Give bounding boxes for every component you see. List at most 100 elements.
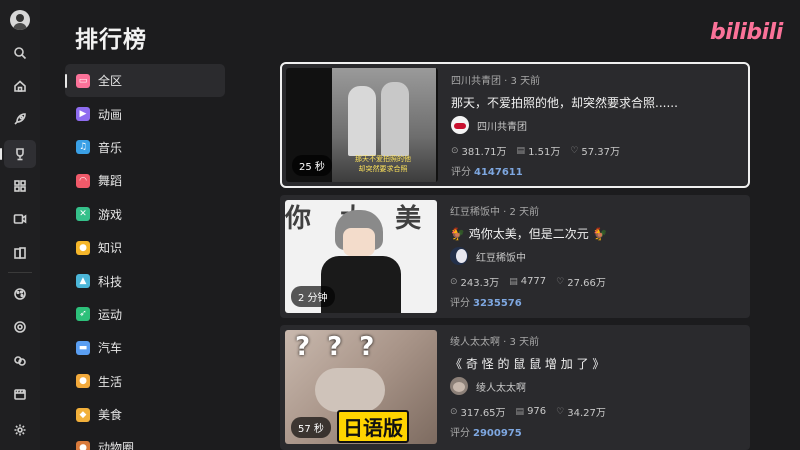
- rocket-icon[interactable]: [10, 109, 30, 129]
- rail-divider: [8, 272, 32, 273]
- search-icon[interactable]: [10, 43, 30, 63]
- video-title: 《 奇 怪 的 鼠 鼠 增 加 了 》: [450, 357, 605, 371]
- like-icon: ♡: [556, 406, 565, 417]
- thumbnail-caption: 日语版: [337, 410, 409, 443]
- left-nav-rail: [0, 0, 40, 450]
- duck-icon: ●: [76, 374, 90, 389]
- lightbulb-icon: ●: [76, 240, 90, 255]
- category-list: ▭ 全区 ▶ 动画 ♫ 音乐 ◠ 舞蹈 ✕ 游戏 ● 知识 ▲ 科技 ➶ 运动 …: [65, 64, 225, 450]
- category-item-knowledge[interactable]: ● 知识: [65, 231, 225, 264]
- category-label: 音乐: [98, 140, 123, 155]
- play-count-icon: ⊙: [451, 145, 459, 156]
- category-label: 运动: [98, 307, 123, 322]
- video-stats: ⊙ 243.3万 ▤ 4777 ♡ 27.66万: [450, 274, 616, 289]
- grid-icon[interactable]: [10, 176, 30, 196]
- category-label: 游戏: [98, 207, 123, 222]
- tv-icon: ▭: [76, 73, 90, 88]
- category-label: 知识: [98, 241, 123, 256]
- danmaku-stat: ▤ 1.51万: [516, 145, 561, 159]
- page-title: 排行榜: [75, 27, 147, 53]
- likes-stat: ♡ 34.27万: [556, 406, 606, 420]
- danmaku-stat: ▤ 4777: [509, 276, 547, 287]
- video-card[interactable]: 你 太 美 2 分钟 红豆稀饭中 · 2 天前 🐓 鸡你太美，但是二次元 🐓 红…: [280, 195, 750, 318]
- live-icon[interactable]: [10, 317, 30, 337]
- user-avatar[interactable]: [10, 10, 30, 30]
- bilibili-logo: bilibili: [710, 20, 783, 45]
- runner-icon: ➶: [76, 307, 90, 322]
- category-item-car[interactable]: ▬ 汽车: [65, 331, 225, 364]
- video-title: 那天，不爱拍照的他，却突然要求合照......: [451, 96, 678, 110]
- thumbnail-marks: ? ? ?: [295, 332, 379, 362]
- palette-icon[interactable]: [10, 284, 30, 304]
- category-item-sports[interactable]: ➶ 运动: [65, 298, 225, 331]
- danmaku-stat: ▤ 976: [515, 406, 547, 417]
- danmaku-icon: ▤: [515, 406, 525, 417]
- play-count-icon: ⊙: [450, 276, 458, 287]
- duration-badge: 57 秒: [291, 417, 331, 438]
- category-item-music[interactable]: ♫ 音乐: [65, 131, 225, 164]
- fan-icon: ◠: [76, 173, 90, 188]
- uploader-time: 绫人太太啊 · 3 天前: [450, 337, 540, 348]
- video-card[interactable]: ? ? ? 日语版 57 秒 绫人太太啊 · 3 天前 《 奇 怪 的 鼠 鼠 …: [280, 325, 750, 450]
- danmaku-icon: ▤: [509, 276, 518, 287]
- video-stats: ⊙ 381.71万 ▤ 1.51万 ♡ 57.37万: [451, 143, 630, 159]
- category-item-game[interactable]: ✕ 游戏: [65, 198, 225, 231]
- likes-stat: ♡ 57.37万: [570, 145, 621, 159]
- duration-badge: 2 分钟: [291, 286, 335, 307]
- play-icon: ▶: [76, 107, 90, 122]
- category-label: 汽车: [98, 341, 123, 356]
- uploader-name: 绫人太太啊: [476, 382, 526, 394]
- car-icon: ▬: [76, 340, 90, 355]
- category-label: 生活: [98, 374, 123, 389]
- duration-badge: 25 秒: [292, 155, 332, 176]
- score: 评分 2900975: [450, 428, 522, 439]
- views-stat: ⊙ 317.65万: [450, 406, 506, 420]
- uploader-time: 四川共青团 · 3 天前: [451, 76, 541, 87]
- like-icon: ♡: [556, 276, 565, 287]
- uploader-time: 红豆稀饭中 · 2 天前: [450, 207, 540, 218]
- uploader-avatar: [451, 116, 469, 134]
- category-label: 美食: [98, 408, 123, 423]
- category-item-dance[interactable]: ◠ 舞蹈: [65, 164, 225, 197]
- score: 评分 3235576: [450, 298, 522, 309]
- game-icon[interactable]: [10, 351, 30, 371]
- category-item-animal[interactable]: ● 动物圈: [65, 431, 225, 450]
- home-icon[interactable]: [10, 76, 30, 96]
- danmaku-icon: ▤: [516, 145, 526, 156]
- score: 评分 4147611: [451, 167, 523, 178]
- category-label: 动画: [98, 107, 123, 122]
- video-thumbnail: 你 太 美 2 分钟: [285, 200, 437, 313]
- uploader-avatar: [450, 247, 468, 265]
- uploader-row: 四川共青团: [451, 116, 527, 134]
- category-item-all[interactable]: ▭ 全区: [65, 64, 225, 98]
- settings-icon[interactable]: [10, 420, 30, 440]
- category-label: 全区: [98, 74, 123, 89]
- video-title: 🐓 鸡你太美，但是二次元 🐓: [450, 227, 608, 241]
- uploader-name: 红豆稀饭中: [476, 252, 526, 264]
- category-item-food[interactable]: ◆ 美食: [65, 398, 225, 431]
- like-icon: ♡: [570, 145, 579, 156]
- uploader-name: 四川共青团: [477, 121, 527, 133]
- video-stats: ⊙ 317.65万 ▤ 976 ♡ 34.27万: [450, 404, 616, 419]
- trophy-icon[interactable]: [10, 144, 30, 164]
- category-item-life[interactable]: ● 生活: [65, 365, 225, 398]
- thumbnail-caption: 那天不爱拍照的他 却突然要求合照: [355, 155, 411, 173]
- film-icon[interactable]: [10, 384, 30, 404]
- video-thumbnail: ? ? ? 日语版 57 秒: [285, 330, 437, 444]
- uploader-avatar: [450, 377, 468, 395]
- food-icon: ◆: [76, 407, 90, 422]
- uploader-row: 红豆稀饭中: [450, 247, 526, 265]
- category-label: 科技: [98, 274, 123, 289]
- video-icon[interactable]: [10, 209, 30, 229]
- collection-icon[interactable]: [10, 243, 30, 263]
- video-card[interactable]: 那天不爱拍照的他 却突然要求合照 25 秒 四川共青团 · 3 天前 那天，不爱…: [280, 62, 750, 188]
- mushroom-icon: ▲: [76, 274, 90, 289]
- category-item-anime[interactable]: ▶ 动画: [65, 97, 225, 130]
- likes-stat: ♡ 27.66万: [556, 276, 606, 290]
- animal-icon: ●: [76, 440, 90, 450]
- headphones-icon: ♫: [76, 140, 90, 155]
- category-item-tech[interactable]: ▲ 科技: [65, 264, 225, 297]
- video-thumbnail: 那天不爱拍照的他 却突然要求合照 25 秒: [286, 68, 438, 182]
- category-label: 舞蹈: [98, 174, 123, 189]
- category-label: 动物圈: [98, 441, 135, 450]
